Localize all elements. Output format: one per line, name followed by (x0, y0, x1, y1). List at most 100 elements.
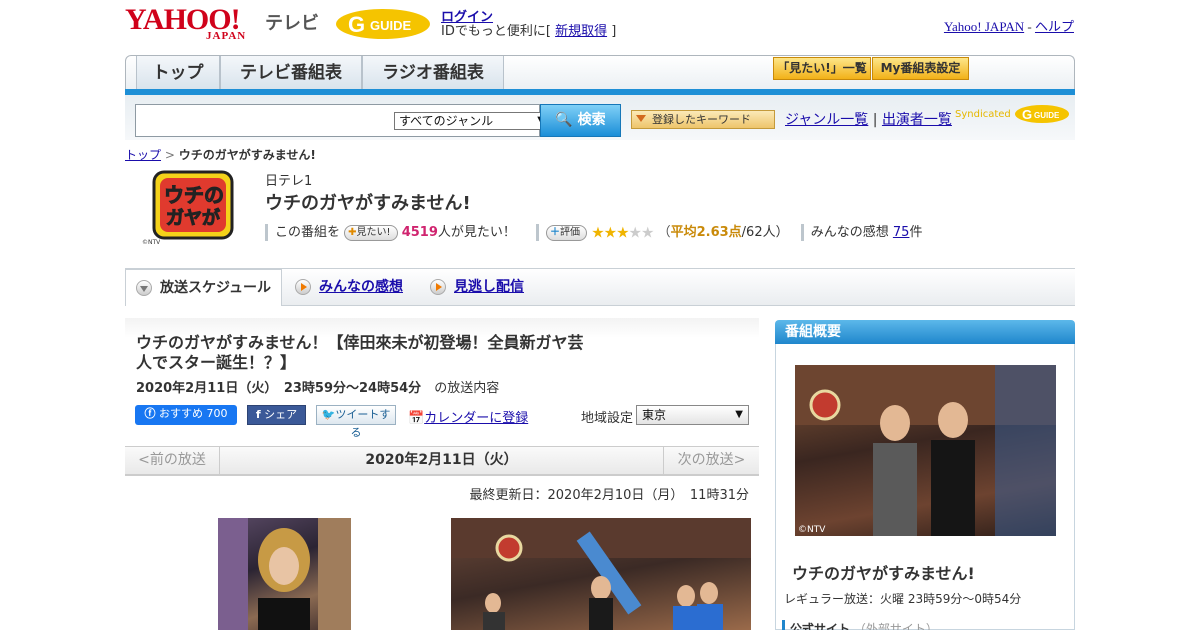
episode-photo-guest (218, 518, 351, 630)
stat-divider (265, 224, 268, 241)
program-overview-title: ウチのガヤがすみません! (792, 564, 975, 583)
search-button[interactable]: 🔍 検索 (540, 104, 621, 137)
facebook-icon: f (255, 408, 261, 421)
registered-keyword-button[interactable]: 登録したキーワード (631, 110, 775, 129)
program-stats: この番組を ✚見たい! 4519人が見たい！ ＋評価 ★★★★★ （平均2.63… (265, 221, 923, 242)
stat-divider (800, 224, 804, 241)
hosts-photo-illustration: ©NTV (795, 365, 1056, 536)
tab-impressions[interactable]: みんなの感想 (285, 269, 415, 305)
search-button-label: 検索 (577, 112, 606, 128)
region-label: 地域設定 (581, 411, 634, 426)
calendar-register[interactable]: 📅カレンダーに登録 (408, 407, 528, 426)
official-site[interactable]: 公式サイト （外部サイト） (782, 620, 938, 630)
svg-text:G: G (1022, 107, 1032, 122)
tab-label[interactable]: 見逃し配信 (454, 279, 524, 295)
program-overview-photo: ©NTV (795, 365, 1056, 536)
yahoo-japan-link[interactable]: Yahoo! JAPAN (944, 19, 1024, 34)
login-msg-suffix: ] (607, 24, 617, 39)
channel-name: 日テレ1 (265, 174, 313, 189)
rating-stars: ★★★★★ (591, 223, 655, 242)
top-links-separator: - (1024, 19, 1035, 34)
program-overview-heading: 番組概要 (775, 320, 1075, 344)
breadcrumb: トップ > ウチのガヤがすみません! (125, 146, 316, 163)
program-logo-copyright: ©NTV (142, 239, 161, 246)
register-link[interactable]: 新規取得 (555, 24, 607, 39)
program-logo: ウチの ガヤが ©NTV (142, 170, 234, 246)
rating-stars-off: ★★ (628, 223, 655, 242)
tab-label[interactable]: みんなの感想 (319, 279, 403, 295)
program-overview: ©NTV ウチのガヤがすみません! レギュラー放送：火曜 23時59分～0時54… (775, 344, 1075, 630)
tab-missed-streaming[interactable]: 見逃し配信 (420, 269, 550, 305)
calendar-plus-icon: 📅 (408, 411, 425, 426)
facebook-share-label: シェア (264, 408, 298, 421)
date-navigation: <前の放送 2020年2月11日（火） 次の放送> (125, 446, 759, 476)
studio-photo-illustration (451, 518, 751, 630)
yahoo-logo-sub: JAPAN (206, 30, 247, 42)
episode-date-time: 2020年2月11日（火） 23時59分～24時54分 (136, 381, 422, 396)
regular-broadcast-time: レギュラー放送：火曜 23時59分～0時54分 (784, 592, 1022, 606)
genre-list-link[interactable]: ジャンル一覧 (785, 112, 868, 128)
search-bar: すべてのジャンル▼ 🔍 検索 登録したキーワード ジャンル一覧 | 出演者一覧 … (125, 95, 1075, 140)
impressions-count-link[interactable]: 75 (893, 225, 910, 240)
breadcrumb-top-link[interactable]: トップ (125, 148, 161, 162)
episode-panel: ウチのガヤがすみません！【倖田來未が初登場！全員新ガヤ芸人でスター誕生！？】 2… (125, 318, 759, 446)
facebook-icon: ⓕ (144, 407, 156, 420)
guest-photo-illustration (218, 518, 351, 630)
impressions-suffix: 件 (909, 225, 923, 240)
mitai-button[interactable]: ✚見たい! (344, 224, 398, 241)
syndicated-gguide-badge: Syndicated G GUIDE (955, 103, 1070, 125)
photo-copyright: ©NTV (798, 525, 826, 535)
previous-broadcast-button[interactable]: <前の放送 (125, 447, 220, 474)
mitai-list-button[interactable]: 「見たい!」一覧 (773, 57, 871, 80)
svg-text:ウチの: ウチの (164, 183, 224, 207)
search-input[interactable]: すべてのジャンル▼ (135, 104, 550, 137)
facebook-recommend-button[interactable]: ⓕ おすすめ 700 (135, 405, 237, 425)
facebook-share-button[interactable]: f シェア (247, 405, 306, 425)
gguide-logo[interactable]: G GUIDE (334, 6, 432, 42)
dropdown-arrow-icon: ▼ (735, 409, 743, 420)
genre-select[interactable]: すべてのジャンル▼ (394, 112, 550, 130)
mitai-button-label: 見たい! (356, 226, 391, 238)
tv-label: テレビ (265, 13, 319, 34)
average-count: /62人） (741, 225, 789, 240)
next-broadcast-button[interactable]: 次の放送> (663, 447, 759, 474)
rating-stars-on: ★★★ (591, 223, 629, 242)
cast-list-link[interactable]: 出演者一覧 (882, 112, 952, 128)
breadcrumb-current: ウチのガヤがすみません! (178, 148, 316, 162)
nav-tab-top[interactable]: トップ (136, 56, 220, 90)
help-link[interactable]: ヘルプ (1035, 19, 1074, 34)
twitter-bird-icon: 🐦 (321, 408, 336, 421)
nav-tab-radio-schedule[interactable]: ラジオ番組表 (362, 56, 504, 90)
mitai-suffix: 人が見たい！ (437, 225, 516, 240)
official-site-label: 公式サイト (790, 622, 851, 630)
svg-text:GUIDE: GUIDE (1034, 111, 1060, 120)
gguide-small-logo: G GUIDE (1014, 105, 1069, 123)
top-links: Yahoo! JAPAN - ヘルプ (944, 16, 1074, 35)
episode-title: ウチのガヤがすみません！【倖田來未が初登場！全員新ガヤ芸人でスター誕生！？】 (136, 333, 584, 372)
mitai-prefix: この番組を (275, 225, 341, 240)
episode-photo-studio (451, 518, 751, 630)
calendar-register-link[interactable]: カレンダーに登録 (424, 411, 528, 426)
breadcrumb-separator: > (161, 148, 179, 162)
mitai-count: 4519 (401, 225, 438, 240)
region-select[interactable]: 東京 ▼ (636, 405, 749, 425)
tweet-button[interactable]: 🐦ツイートする (316, 405, 396, 439)
region-select-value: 東京 (642, 408, 667, 422)
my-schedule-button[interactable]: My番組表設定 (872, 57, 969, 80)
play-arrow-icon (295, 279, 311, 295)
play-arrow-icon (430, 279, 446, 295)
tab-label: 放送スケジュール (160, 280, 272, 296)
program-title: ウチのガヤがすみません! (265, 193, 471, 214)
triangle-down-icon (636, 115, 646, 122)
genre-select-value: すべてのジャンル (399, 114, 494, 128)
plus-icon: ✚ (348, 226, 357, 238)
tweet-label: ツイートする (335, 408, 391, 439)
login-message: IDでもっと便利に[ 新規取得 ] (441, 20, 616, 39)
program-tabs: 放送スケジュール みんなの感想 見逃し配信 (125, 268, 1075, 306)
tab-broadcast-schedule[interactable]: 放送スケジュール (125, 268, 282, 306)
rate-button[interactable]: ＋評価 (546, 224, 588, 241)
plus-icon: ＋ (550, 226, 561, 238)
stat-divider (536, 224, 540, 241)
episode-date-suffix: の放送内容 (434, 381, 500, 396)
nav-tab-tv-schedule[interactable]: テレビ番組表 (220, 56, 362, 90)
